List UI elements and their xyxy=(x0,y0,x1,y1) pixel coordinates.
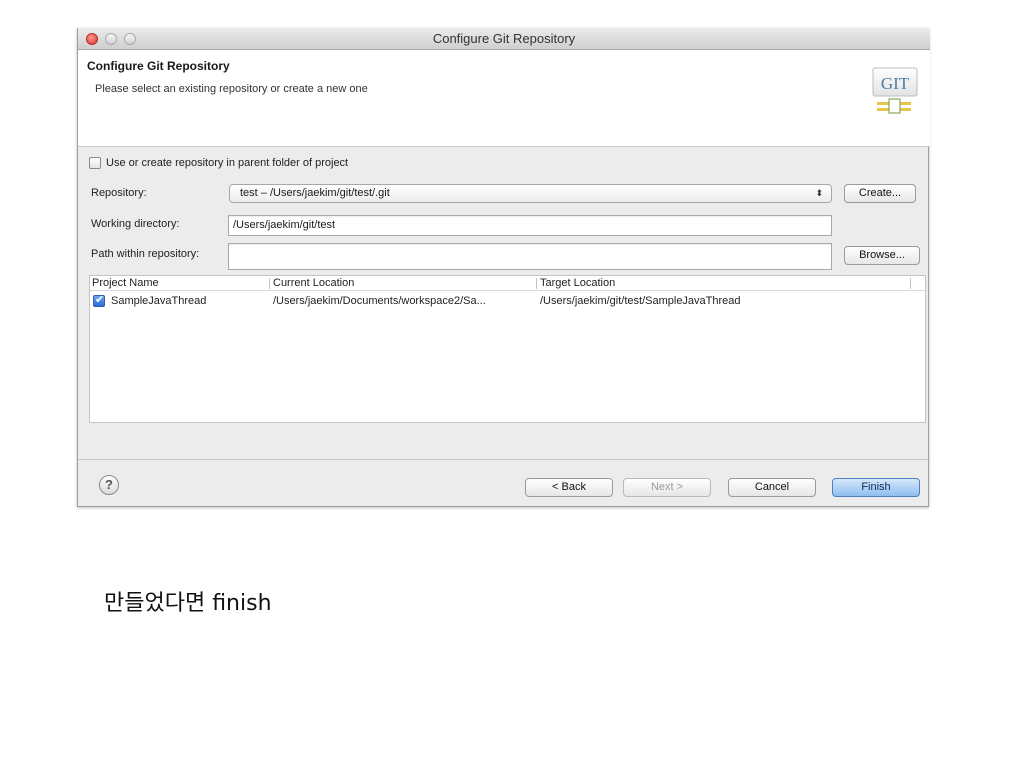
project-name-cell: SampleJavaThread xyxy=(111,295,207,307)
use-parent-folder-checkbox[interactable] xyxy=(89,157,101,169)
help-icon[interactable]: ? xyxy=(99,475,119,495)
path-within-repository-label: Path within repository: xyxy=(91,248,200,260)
projects-table: Project Name Current Location Target Loc… xyxy=(89,275,926,423)
column-header-project-name[interactable]: Project Name xyxy=(92,277,159,289)
title-bar[interactable]: Configure Git Repository xyxy=(78,28,930,50)
column-header-current-location[interactable]: Current Location xyxy=(273,277,354,289)
configure-git-repository-dialog: Configure Git Repository Configure Git R… xyxy=(77,28,930,507)
browse-button[interactable]: Browse... xyxy=(844,246,920,265)
path-within-repository-field[interactable] xyxy=(228,243,832,270)
column-divider[interactable] xyxy=(536,278,537,289)
git-logo-icon: GIT xyxy=(872,67,918,114)
working-directory-field[interactable]: /Users/jaekim/git/test xyxy=(228,215,832,236)
repository-label: Repository: xyxy=(91,187,147,199)
wizard-description: Please select an existing repository or … xyxy=(95,83,368,95)
window-title: Configure Git Repository xyxy=(432,31,576,46)
wizard-title: Configure Git Repository xyxy=(87,59,230,73)
create-repository-button[interactable]: Create... xyxy=(844,184,916,203)
column-divider[interactable] xyxy=(269,278,270,289)
next-button[interactable]: Next > xyxy=(623,478,711,497)
column-header-target-location[interactable]: Target Location xyxy=(540,277,615,289)
use-parent-folder-label: Use or create repository in parent folde… xyxy=(106,157,349,169)
repository-select[interactable]: test – /Users/jaekim/git/test/.git ⬍ xyxy=(229,184,832,203)
slide-caption: 만들었다면 finish xyxy=(104,591,272,616)
project-include-checkbox[interactable] xyxy=(93,293,105,307)
cancel-button[interactable]: Cancel xyxy=(728,478,816,497)
repository-select-value: test – /Users/jaekim/git/test/.git xyxy=(240,187,390,199)
back-button[interactable]: < Back xyxy=(525,478,613,497)
zoom-window-button[interactable] xyxy=(124,33,136,45)
working-directory-label: Working directory: xyxy=(91,218,180,230)
projects-table-header: Project Name Current Location Target Loc… xyxy=(90,276,925,291)
wizard-banner: Configure Git Repository Please select a… xyxy=(78,50,930,147)
minimize-window-button[interactable] xyxy=(105,33,117,45)
git-logo-text: GIT xyxy=(881,74,910,93)
target-location-cell: /Users/jaekim/git/test/SampleJavaThread xyxy=(540,295,741,307)
finish-button[interactable]: Finish xyxy=(832,478,920,497)
updown-arrows-icon: ⬍ xyxy=(815,188,823,198)
footer-divider xyxy=(78,459,930,460)
column-divider[interactable] xyxy=(910,278,911,289)
close-window-button[interactable] xyxy=(86,33,98,45)
current-location-cell: /Users/jaekim/Documents/workspace2/Sa... xyxy=(273,295,486,307)
